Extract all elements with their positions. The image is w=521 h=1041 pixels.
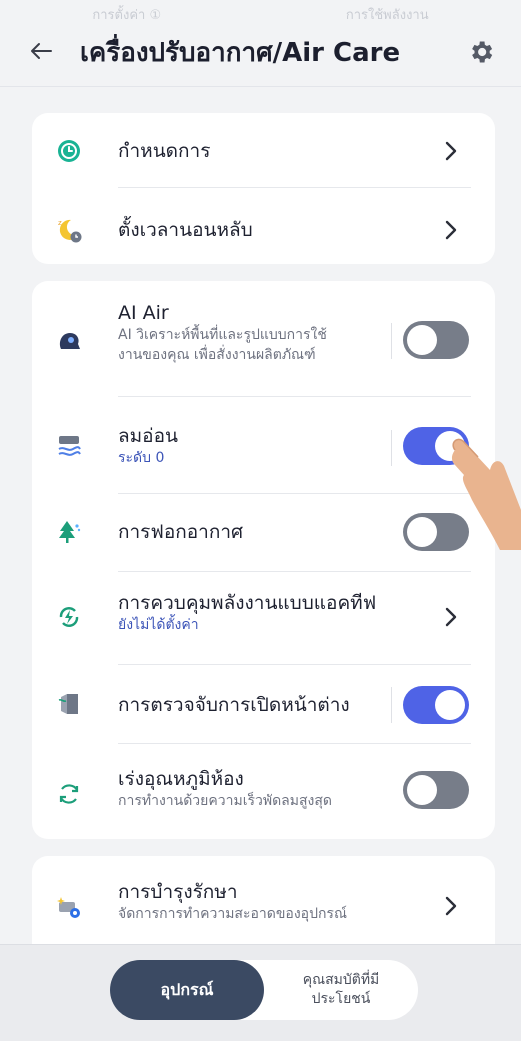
list-item-soft-wind: ลมอ่อน ระดับ 0 xyxy=(32,421,495,475)
features-card: AI Air AI วิเคราะห์พื้นที่และรูปแบบการใช… xyxy=(32,281,495,839)
app-header: เครื่องปรับอากาศ/Air Care xyxy=(0,18,521,84)
chevron-right-icon xyxy=(441,894,461,918)
row-divider xyxy=(118,743,471,744)
list-item-schedule[interactable]: กำหนดการ xyxy=(32,127,495,175)
row-divider xyxy=(118,664,471,665)
list-item-label: การควบคุมพลังงานแบบแอคทีฟ xyxy=(118,592,377,614)
soft-wind-level: ระดับ 0 xyxy=(118,450,165,466)
arrow-left-icon xyxy=(31,43,52,59)
row-divider xyxy=(118,493,471,494)
list-item-active-energy[interactable]: การควบคุมพลังงานแบบแอคทีฟ ยังไม่ได้ตั้งค… xyxy=(32,587,495,647)
row-divider xyxy=(118,187,471,188)
window-detect-icon xyxy=(52,687,86,721)
back-button[interactable] xyxy=(26,36,56,66)
list-item-window-detect: การตรวจจับการเปิดหน้าต่าง xyxy=(32,684,495,726)
energy-control-icon xyxy=(52,600,86,634)
list-item-description: จัดการการทำความสะอาดของอุปกรณ์ xyxy=(118,906,347,922)
list-item-label: เร่งอุณหภูมิห้อง xyxy=(118,768,244,790)
chevron-right-icon xyxy=(441,218,461,242)
bottom-segmented-control: อุปกรณ์ คุณสมบัติที่มี ประโยชน์ xyxy=(110,960,418,1020)
list-item-label: กำหนดการ xyxy=(118,140,211,162)
tab-useful-features-line1: คุณสมบัติที่มี xyxy=(302,972,380,988)
pointing-hand-icon xyxy=(451,438,521,550)
svg-text:z: z xyxy=(58,219,62,227)
ai-air-toggle[interactable] xyxy=(403,321,469,359)
list-item-air-purify: การฟอกอากาศ xyxy=(32,511,495,553)
list-item-label: ลมอ่อน xyxy=(118,425,178,447)
list-item-sleep-timer[interactable]: z ตั้งเวลานอนหลับ xyxy=(32,206,495,254)
soft-wind-icon xyxy=(52,429,86,463)
list-item-description: การทำงานด้วยความเร็วพัดลมสูงสุด xyxy=(118,793,332,809)
sleep-moon-icon: z xyxy=(52,213,86,247)
row-divider xyxy=(118,396,471,397)
list-item-maintenance[interactable]: การบำรุงรักษา จัดการการทำความสะอาดของอุป… xyxy=(32,878,495,932)
schedule-card: กำหนดการ z ตั้งเวลานอนหลับ xyxy=(32,113,495,264)
settings-button[interactable] xyxy=(465,36,497,68)
list-item-ai-air: AI Air AI วิเคราะห์พื้นที่และรูปแบบการใช… xyxy=(32,301,495,383)
tab-useful-features[interactable]: คุณสมบัติที่มี ประโยชน์ xyxy=(264,960,418,1020)
vertical-separator xyxy=(391,323,392,359)
maintenance-icon xyxy=(52,890,86,924)
chevron-right-icon xyxy=(441,139,461,163)
list-item-label: การฟอกอากาศ xyxy=(118,521,244,543)
tab-useful-features-line2: ประโยชน์ xyxy=(311,991,371,1007)
list-item-label: การบำรุงรักษา xyxy=(118,881,238,903)
tree-purify-icon xyxy=(52,515,86,549)
clock-icon xyxy=(52,134,86,168)
gear-icon xyxy=(472,41,493,63)
rapid-temp-icon xyxy=(52,777,86,811)
vertical-separator xyxy=(391,687,392,723)
list-item-label: การตรวจจับการเปิดหน้าต่าง xyxy=(118,694,350,716)
ai-head-icon xyxy=(52,325,86,359)
vertical-separator xyxy=(391,430,392,466)
page-title: เครื่องปรับอากาศ/Air Care xyxy=(80,38,401,68)
tab-device[interactable]: อุปกรณ์ xyxy=(110,960,264,1020)
list-item-label: ตั้งเวลานอนหลับ xyxy=(118,219,253,241)
list-item-label: AI Air xyxy=(118,302,169,324)
row-divider xyxy=(118,571,471,572)
window-detect-toggle[interactable] xyxy=(403,686,469,724)
active-energy-status: ยังไม่ได้ตั้งค่า xyxy=(118,617,199,633)
chevron-right-icon xyxy=(441,605,461,629)
list-item-description-line2: งานของคุณ เพื่อสั่งงานผลิตภัณฑ์ xyxy=(118,347,316,363)
list-item-description: AI วิเคราะห์พื้นที่และรูปแบบการใช้ xyxy=(118,327,327,343)
list-item-rapid-temp: เร่งอุณหภูมิห้อง การทำงานด้วยความเร็วพัด… xyxy=(32,765,495,819)
header-divider xyxy=(0,86,521,87)
rapid-temp-toggle[interactable] xyxy=(403,771,469,809)
